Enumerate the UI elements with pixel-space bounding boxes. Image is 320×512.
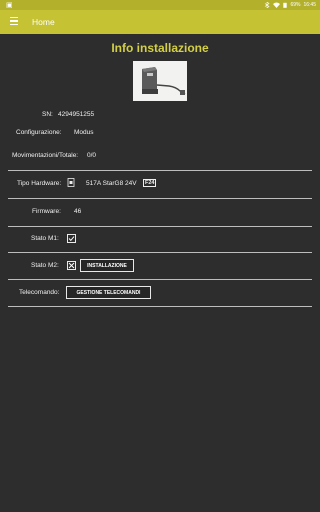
m1-status-checkbox-icon [67,234,76,243]
m2-status-cross-icon [67,261,76,270]
firmware-label: Firmware: [32,208,61,215]
battery-percent: 69% [290,2,301,8]
product-image [133,61,187,101]
manage-remotes-button[interactable]: GESTIONE TELECOMANDI [66,286,151,299]
bluetooth-icon [265,2,270,8]
sn-label: SN: [42,111,53,118]
configuration-value: Modus [74,129,94,136]
battery-icon [283,2,288,8]
separator [8,198,312,199]
m2-status-label: Stato M2: [31,262,59,269]
sn-value: 4294951255 [58,111,95,118]
separator [8,306,312,307]
separator [8,279,312,280]
separator [8,170,312,171]
firmware-value: 46 [74,208,82,215]
separator [8,252,312,253]
page-title: Info installazione [111,41,209,55]
status-bar: ▣ 69% 16:45 [0,0,320,10]
configuration-label: Configurazione: [16,129,62,136]
wifi-icon [273,2,281,8]
hardware-badge: F24 [143,179,157,187]
clock: 16:45 [303,2,316,8]
movements-label: Movimentazioni/Totale: [12,152,79,159]
remote-label: Telecomando: [19,289,60,296]
hardware-value: 517A StarG8 24V [86,180,137,187]
separator [8,226,312,227]
image-notification-icon: ▣ [6,2,13,9]
movements-value: 0/0 [87,152,97,159]
menu-icon[interactable] [10,17,18,26]
status-icons: 69% 16:45 [264,2,316,8]
hardware-label: Tipo Hardware: [17,180,62,187]
app-bar: Home [0,10,320,34]
m1-status-label: Stato M1: [31,235,59,242]
chip-icon [67,178,75,187]
app-bar-title: Home [32,17,55,27]
installation-button[interactable]: INSTALLAZIONE [80,259,134,272]
